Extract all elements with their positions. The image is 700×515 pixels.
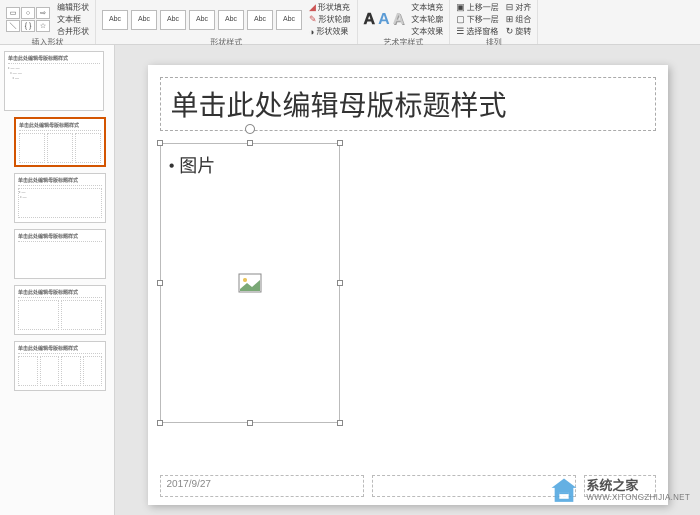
thumb-title: 单击此处编辑母版标题样式	[18, 289, 102, 298]
align-button[interactable]: ⊟对齐	[506, 2, 532, 13]
shape-line-icon[interactable]: ＼	[6, 20, 20, 32]
text-outline-button[interactable]: 文本轮廓	[411, 14, 443, 25]
text-fill-button[interactable]: 文本填充	[411, 2, 443, 13]
resize-handle[interactable]	[337, 420, 343, 426]
resize-handle[interactable]	[247, 140, 253, 146]
bring-forward-icon: ▣	[456, 2, 465, 13]
bring-forward-button[interactable]: ▣上移一层	[456, 2, 499, 13]
ribbon-group-arrange: ▣上移一层 ▢下移一层 ☰选择窗格 ⊟对齐 ⊞组合 ↻旋转 排列	[450, 0, 538, 44]
picture-placeholder-icon[interactable]	[238, 273, 262, 293]
thumb-title: 单击此处编辑母版标题样式	[18, 177, 102, 186]
text-box-button[interactable]: 文本框	[57, 14, 89, 25]
selection-pane-button[interactable]: ☰选择窗格	[456, 26, 499, 37]
shape-style-preset[interactable]: Abc	[276, 10, 302, 30]
date-placeholder[interactable]: 2017/9/27	[160, 475, 364, 497]
bucket-icon: ◢	[309, 2, 316, 13]
master-thumbnail[interactable]: 单击此处编辑母版标题样式 • — — • — — • —	[4, 51, 104, 111]
group-button[interactable]: ⊞组合	[506, 14, 532, 25]
resize-handle[interactable]	[157, 140, 163, 146]
main-area: 单击此处编辑母版标题样式 • — — • — — • — 单击此处编辑母版标题样…	[0, 45, 700, 515]
content-placeholder-selected[interactable]: • 图片	[160, 143, 340, 423]
rotate-button[interactable]: ↻旋转	[506, 26, 532, 37]
resize-handle[interactable]	[157, 280, 163, 286]
layout-thumbnail[interactable]: 单击此处编辑母版标题样式	[14, 117, 106, 167]
effects-icon: ◑	[309, 27, 314, 37]
slide-canvas[interactable]: 单击此处编辑母版标题样式 • 图片	[148, 65, 668, 505]
send-backward-icon: ▢	[456, 14, 465, 25]
text-effects-button[interactable]: 文本效果	[411, 26, 443, 37]
thumb-title: 单击此处编辑母版标题样式	[18, 345, 102, 354]
shape-style-preset[interactable]: Abc	[189, 10, 215, 30]
wordart-preset[interactable]: A	[378, 11, 390, 29]
shape-arrow-icon[interactable]: ⇨	[36, 7, 50, 19]
pencil-icon: ✎	[309, 14, 317, 25]
ribbon: ▭ ○ ⇨ ＼ { } ☆ 编辑形状 文本框 合并形状 插入形状 Abc Abc	[0, 0, 700, 45]
layout-thumbnail[interactable]: 单击此处编辑母版标题样式	[14, 285, 106, 335]
rotate-icon: ↻	[506, 26, 514, 37]
slide-editor[interactable]: 单击此处编辑母版标题样式 • 图片	[115, 45, 700, 515]
title-text: 单击此处编辑母版标题样式	[171, 91, 507, 122]
group-icon: ⊞	[506, 14, 514, 25]
shape-effects-button[interactable]: ◑形状效果	[309, 26, 351, 37]
resize-handle[interactable]	[157, 420, 163, 426]
wordart-preset[interactable]: A	[393, 11, 405, 29]
send-backward-button[interactable]: ▢下移一层	[456, 14, 499, 25]
shape-star-icon[interactable]: ☆	[36, 20, 50, 32]
shape-style-preset[interactable]: Abc	[218, 10, 244, 30]
shape-fill-button[interactable]: ◢形状填充	[309, 2, 351, 13]
wordart-preset[interactable]: A	[364, 11, 376, 29]
layout-thumbnail[interactable]: 单击此处编辑母版标题样式	[14, 341, 106, 391]
content-bullet-text: • 图片	[169, 152, 331, 178]
resize-handle[interactable]	[337, 140, 343, 146]
title-placeholder[interactable]: 单击此处编辑母版标题样式	[160, 77, 656, 131]
ribbon-group-wordart-styles: A A A 文本填充 文本轮廓 文本效果 艺术字样式	[358, 0, 451, 44]
shape-style-preset[interactable]: Abc	[131, 10, 157, 30]
shape-outline-button[interactable]: ✎形状轮廓	[309, 14, 351, 25]
shape-style-preset[interactable]: Abc	[102, 10, 128, 30]
slide-number-placeholder[interactable]	[584, 475, 655, 497]
layout-thumbnail[interactable]: 单击此处编辑母版标题样式	[14, 229, 106, 279]
merge-shapes-button[interactable]: 合并形状	[57, 26, 89, 37]
align-icon: ⊟	[506, 2, 514, 13]
resize-handle[interactable]	[247, 420, 253, 426]
rotate-handle[interactable]	[245, 124, 255, 134]
thumb-title: 单击此处编辑母版标题样式	[8, 55, 100, 64]
shape-oval-icon[interactable]: ○	[21, 7, 35, 19]
layout-thumbnail[interactable]: 单击此处编辑母版标题样式 • — • —	[14, 173, 106, 223]
slide-thumbnail-panel[interactable]: 单击此处编辑母版标题样式 • — — • — — • — 单击此处编辑母版标题样…	[0, 45, 115, 515]
shape-style-preset[interactable]: Abc	[160, 10, 186, 30]
shape-rect-icon[interactable]: ▭	[6, 7, 20, 19]
footer-placeholder[interactable]	[372, 475, 576, 497]
shape-brace-icon[interactable]: { }	[21, 20, 35, 32]
thumb-title: 单击此处编辑母版标题样式	[18, 233, 102, 242]
shape-style-preset[interactable]: Abc	[247, 10, 273, 30]
ribbon-group-insert-shapes: ▭ ○ ⇨ ＼ { } ☆ 编辑形状 文本框 合并形状 插入形状	[0, 0, 96, 44]
selection-pane-icon: ☰	[456, 26, 464, 37]
thumb-title: 单击此处编辑母版标题样式	[19, 122, 101, 131]
edit-shape-button[interactable]: 编辑形状	[57, 2, 89, 13]
ribbon-group-shape-styles: Abc Abc Abc Abc Abc Abc Abc ◢形状填充 ✎形状轮廓 …	[96, 0, 358, 44]
resize-handle[interactable]	[337, 280, 343, 286]
